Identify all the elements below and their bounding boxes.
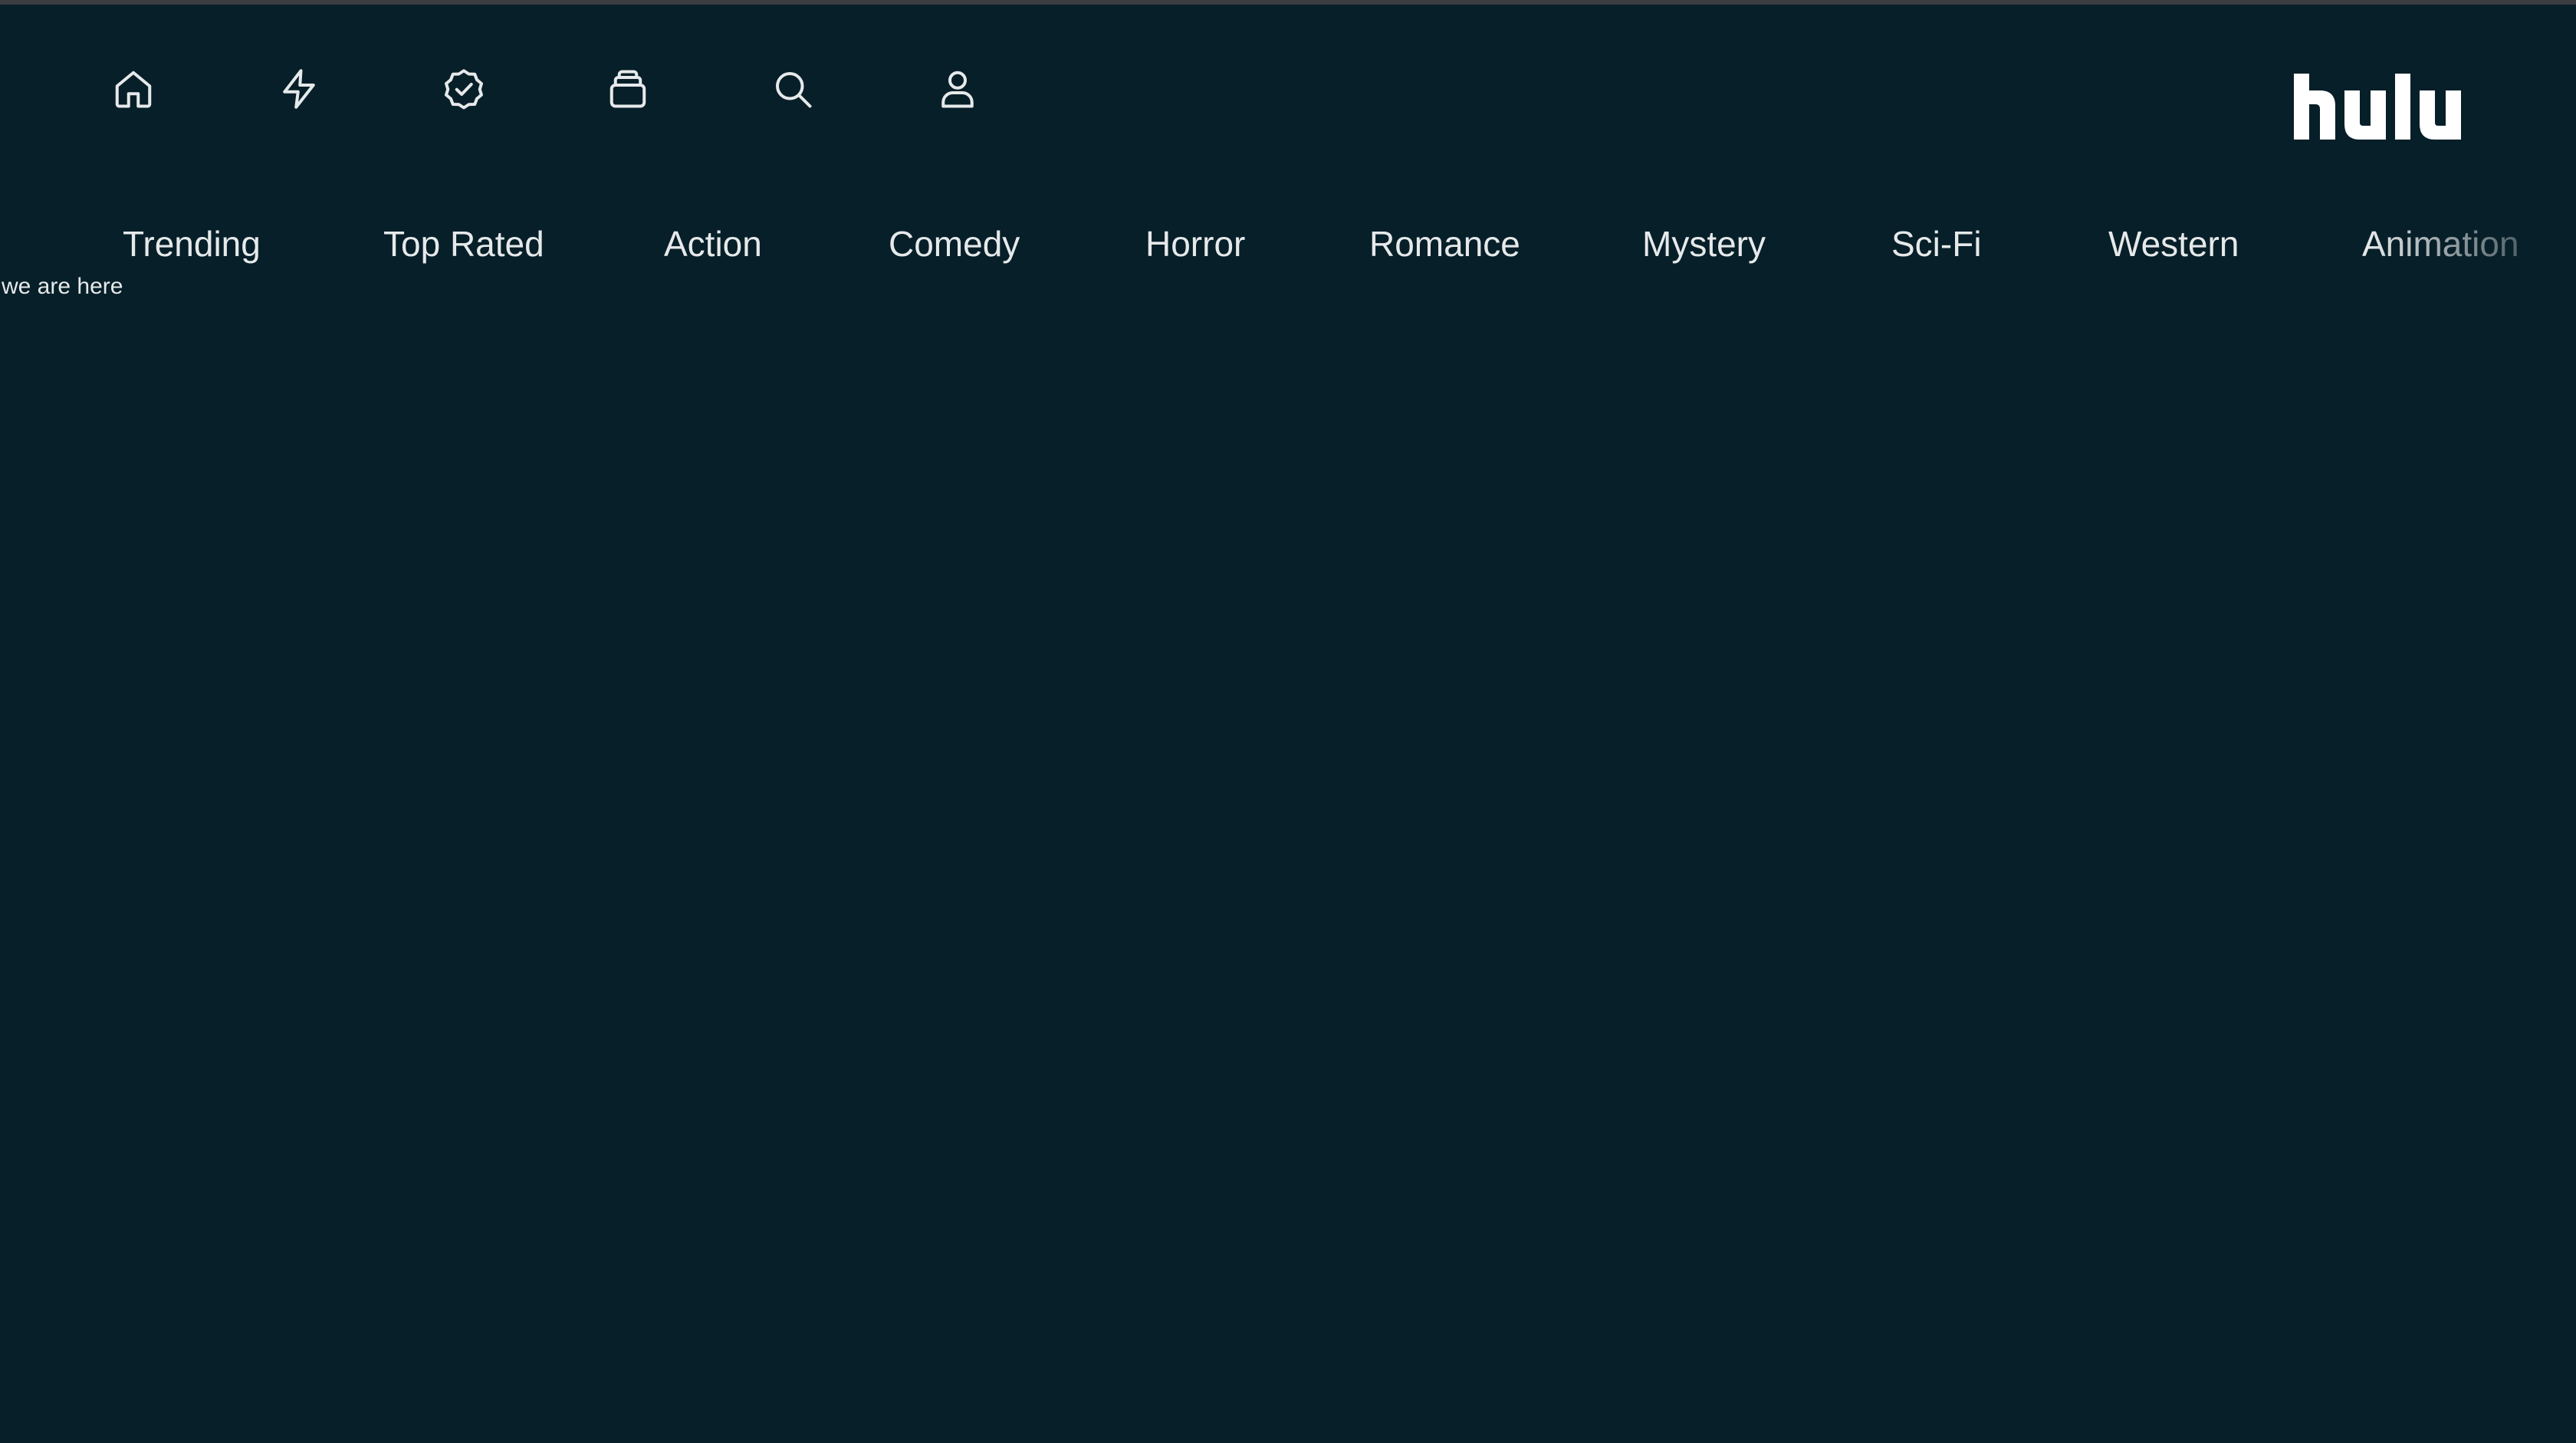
genre-tab-western[interactable]: Western (2108, 222, 2239, 265)
verified-badge-icon (445, 69, 483, 110)
nav-verified-button[interactable] (439, 64, 488, 113)
genre-tab-horror[interactable]: Horror (1145, 222, 1245, 265)
hulu-logo[interactable] (2291, 60, 2492, 146)
window-top-border (0, 0, 2576, 5)
stack-icon (610, 70, 646, 108)
nav-profile-button[interactable] (933, 64, 982, 113)
nav-stack-button[interactable] (603, 64, 652, 113)
hulu-wordmark-icon (2294, 74, 2461, 140)
search-icon (776, 72, 812, 108)
genre-tab-top-rated[interactable]: Top Rated (383, 222, 544, 265)
genre-tab-mystery[interactable]: Mystery (1642, 222, 1766, 265)
home-icon (115, 71, 152, 108)
genre-tab-animation[interactable]: Animation (2362, 222, 2519, 265)
nav-home-button[interactable] (109, 64, 158, 113)
genre-tab-trending[interactable]: Trending (123, 222, 261, 265)
genre-tab-sci-fi[interactable]: Sci-Fi (1891, 222, 1982, 265)
nav-lightning-button[interactable] (274, 64, 324, 113)
lightning-icon (283, 69, 315, 109)
nav-search-button[interactable] (768, 64, 817, 113)
genre-tab-comedy[interactable]: Comedy (889, 222, 1020, 265)
status-text: we are here (2, 274, 123, 299)
genre-nav: Trending Top Rated Action Comedy Horror … (0, 215, 2538, 276)
genre-tab-romance[interactable]: Romance (1369, 222, 1520, 265)
user-icon (941, 71, 974, 108)
genre-tab-action[interactable]: Action (664, 222, 762, 265)
